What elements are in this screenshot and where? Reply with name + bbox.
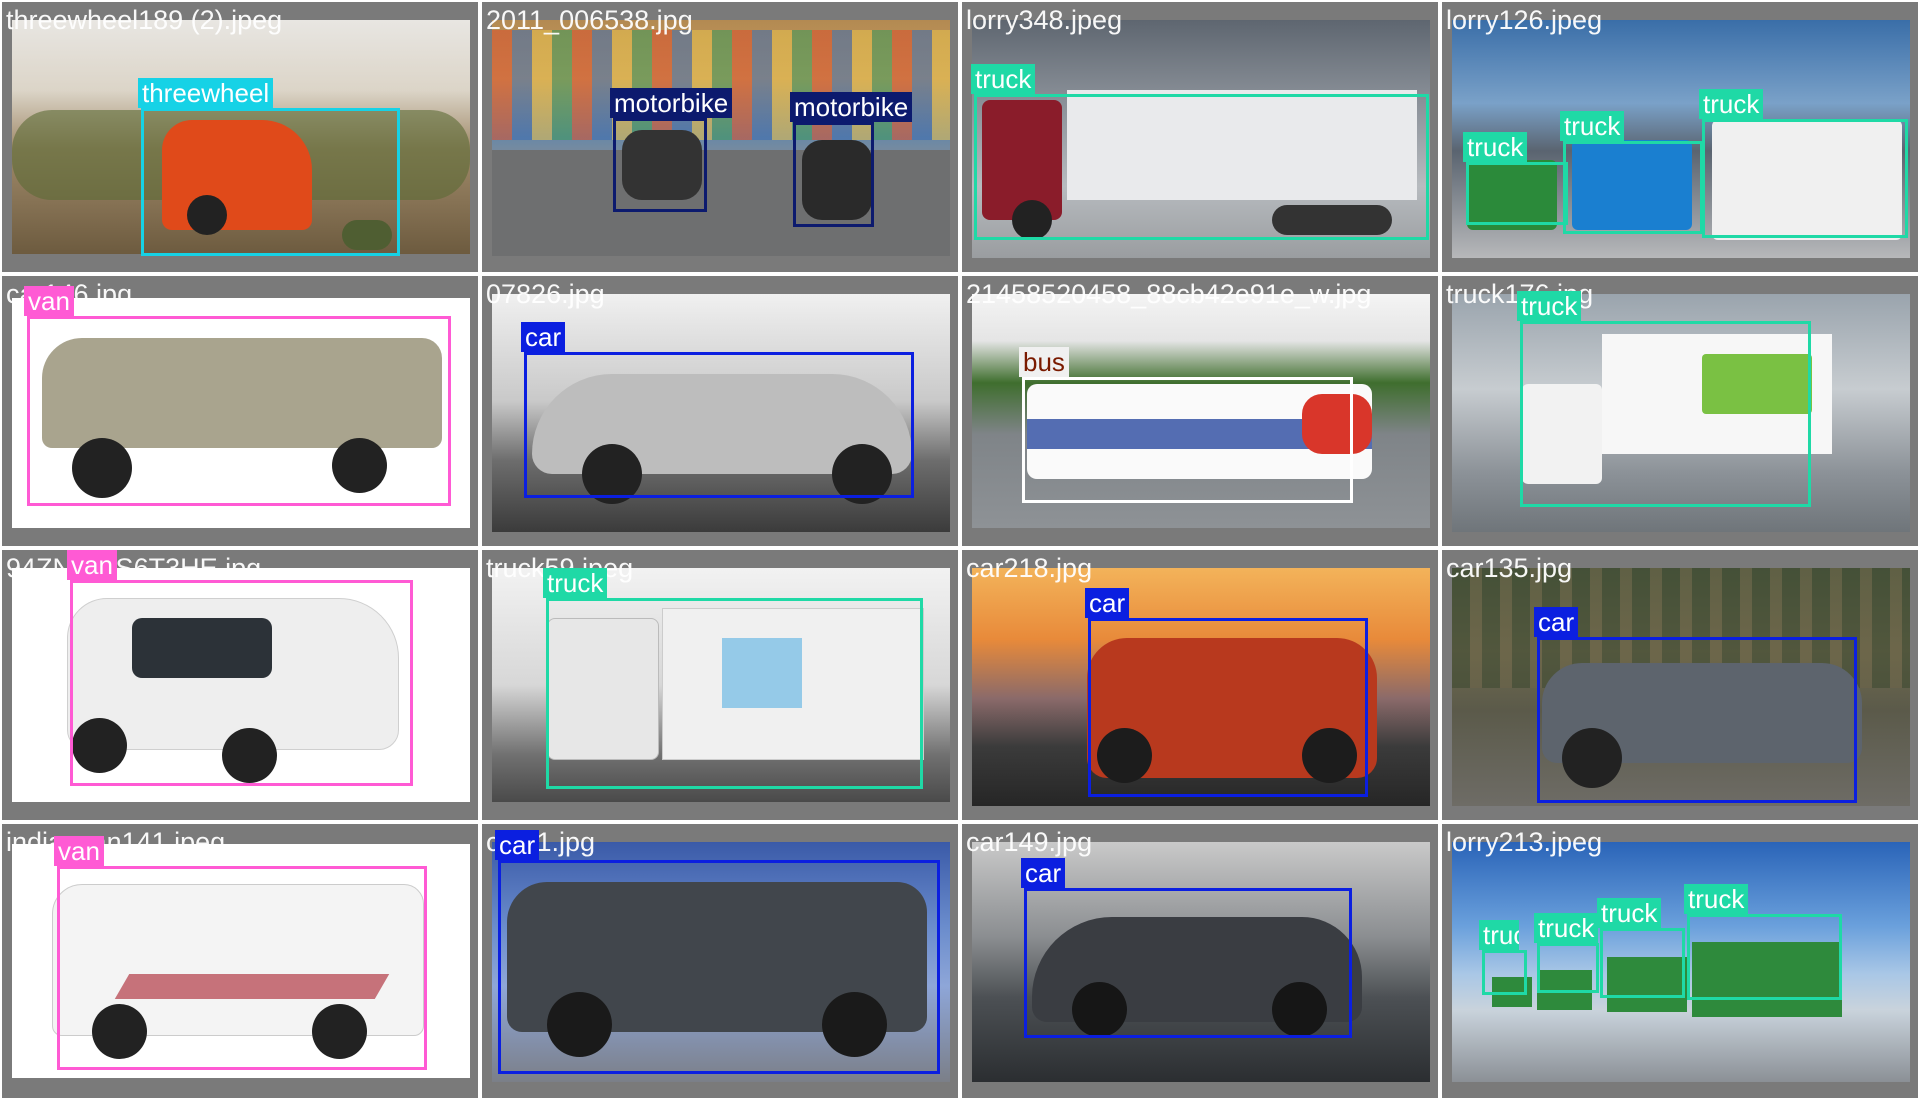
tile-21458520458: 21458520458_88cb42e91e_w.jpg bus	[962, 276, 1438, 546]
filename: lorry348.jpeg	[966, 5, 1123, 35]
filename: lorry213.jpeg	[1446, 827, 1603, 857]
detection-label: truck	[1684, 884, 1749, 914]
tile-lorry126: lorry126.jpeg truck truck truck	[1442, 2, 1918, 272]
detection-label: van	[67, 550, 117, 580]
detection-box: truck	[971, 64, 1429, 240]
detection-box: truck	[543, 568, 923, 789]
detection-box: van	[24, 286, 451, 506]
tile-car146: car146.jpg van	[2, 276, 478, 546]
detection-box: truck	[1699, 89, 1908, 238]
detection-label: bus	[1019, 347, 1069, 377]
filename: threewheel189 (2).jpeg	[6, 5, 283, 35]
detection-label: truck	[1479, 920, 1519, 950]
detection-box: motorbike	[790, 92, 913, 227]
detection-box: van	[67, 550, 413, 786]
filename: 2011_006538.jpg	[486, 5, 693, 35]
detection-label: motorbike	[610, 88, 733, 118]
tile-truck176: truck176.jpg truck	[1442, 276, 1918, 546]
detection-box: truck	[1560, 111, 1703, 234]
detection-label: truck	[1534, 913, 1599, 943]
detection-box: car	[1085, 588, 1368, 797]
detection-box: truck	[1597, 898, 1685, 998]
detection-label: car	[495, 830, 540, 860]
detection-box: truck	[1479, 920, 1527, 995]
filename: car218.jpg	[966, 553, 1093, 583]
detection-label: car	[1021, 858, 1066, 888]
filename: 21458520458_88cb42e91e_w.jpg	[966, 279, 1372, 309]
detection-label: car	[1534, 607, 1579, 637]
detection-box: car	[495, 830, 940, 1074]
tile-2011_006538: 2011_006538.jpg motorbike motorbike	[482, 2, 958, 272]
filename: car135.jpg	[1446, 553, 1573, 583]
detection-label: van	[24, 286, 74, 316]
detection-label: van	[54, 836, 104, 866]
tile-threewheel189: threewheel189 (2).jpeg threewheel	[2, 2, 478, 272]
detection-box: motorbike	[610, 88, 733, 212]
detection-box: truck	[1463, 132, 1568, 225]
filename: 07826.jpg	[486, 279, 605, 309]
detection-label: truck	[1517, 291, 1582, 321]
tile-indianvan141: indianvan141.jpeg van	[2, 824, 478, 1098]
detection-box: truck	[1684, 884, 1842, 1000]
tile-truck59: truck59.jpeg truck	[482, 550, 958, 820]
detection-label: car	[521, 322, 566, 352]
detection-label: truck	[971, 64, 1036, 94]
detection-label: truck	[1597, 898, 1662, 928]
detection-box: bus	[1019, 347, 1353, 503]
detection-label: truck	[1463, 132, 1528, 162]
tile-car149: car149.jpg car	[962, 824, 1438, 1098]
detection-box: car	[1021, 858, 1352, 1038]
tile-94znvan: 94ZNvanS6T3HE.jpg van	[2, 550, 478, 820]
detection-label: car	[1085, 588, 1130, 618]
detection-label: truck	[1560, 111, 1625, 141]
filename: indianvan141.jpeg	[6, 827, 226, 857]
tile-car135: car135.jpg car	[1442, 550, 1918, 820]
filename: car149.jpg	[966, 827, 1093, 857]
detection-box: truck	[1517, 291, 1811, 507]
detection-box: car	[1534, 607, 1857, 803]
detection-box: van	[54, 836, 427, 1070]
detection-box: truck	[1534, 913, 1599, 993]
detection-mosaic: threewheel189 (2).jpeg threewheel 2011_0…	[0, 0, 1920, 1100]
tile-car11: car11.jpg car	[482, 824, 958, 1098]
tile-lorry348: lorry348.jpeg truck	[962, 2, 1438, 272]
detection-label: truck	[1699, 89, 1764, 119]
detection-label: truck	[543, 568, 608, 598]
detection-label: motorbike	[790, 92, 913, 122]
tile-lorry213: lorry213.jpeg truck truck truck truck	[1442, 824, 1918, 1098]
tile-car218: car218.jpg car	[962, 550, 1438, 820]
detection-label: threewheel	[138, 78, 274, 108]
filename: lorry126.jpeg	[1446, 5, 1603, 35]
photo-motorbikes	[492, 20, 950, 256]
tile-07826: 07826.jpg car	[482, 276, 958, 546]
detection-box: threewheel	[138, 78, 400, 256]
detection-box: car	[521, 322, 914, 498]
